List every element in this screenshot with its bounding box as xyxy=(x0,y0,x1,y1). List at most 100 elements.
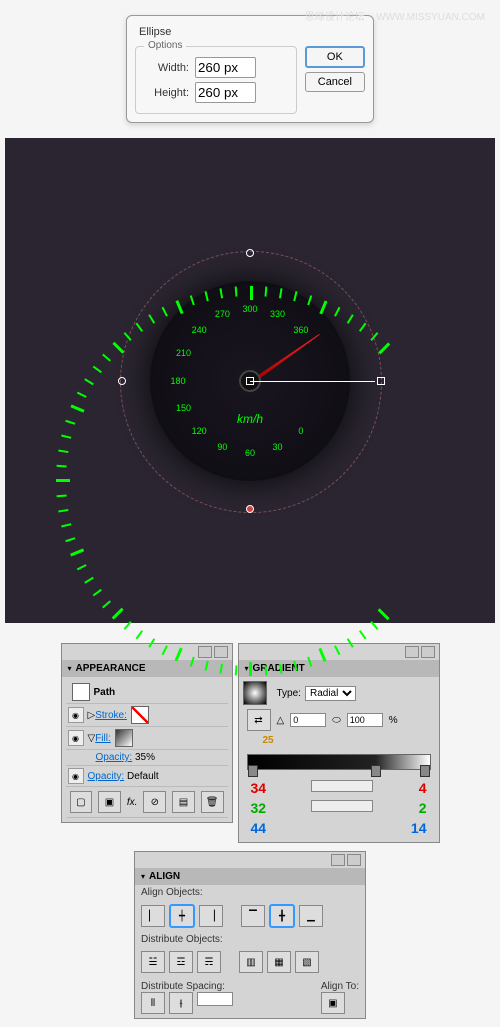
fill-link[interactable]: Fill: xyxy=(95,733,111,744)
dist-hspace-icon[interactable]: ⫲ xyxy=(169,992,193,1014)
gradient-tab[interactable]: ▾GRADIENT xyxy=(239,660,439,677)
panel-menu-icon[interactable] xyxy=(198,646,212,658)
selection-line xyxy=(250,381,375,382)
angle-input[interactable] xyxy=(290,713,326,727)
align-vcenter-icon[interactable]: ╋ xyxy=(269,904,295,928)
appearance-title: APPEARANCE xyxy=(76,663,146,674)
dist-right-icon[interactable]: ▧ xyxy=(295,951,319,973)
width-label: Width: xyxy=(144,62,189,74)
tick-mark xyxy=(65,537,75,542)
handle-center[interactable] xyxy=(246,377,254,385)
stroke-swatch[interactable] xyxy=(131,706,149,724)
tick-mark xyxy=(58,449,68,453)
tick-mark xyxy=(93,365,102,372)
cancel-button[interactable]: Cancel xyxy=(305,72,365,92)
opacity-slider[interactable] xyxy=(311,780,373,792)
visibility-icon[interactable]: ◉ xyxy=(68,730,84,746)
align-bottom-icon[interactable]: ▁ xyxy=(299,905,323,927)
tick-mark xyxy=(378,608,390,620)
tick-mark xyxy=(250,286,253,300)
gradient-ramp[interactable] xyxy=(247,754,431,770)
dialog-title: Ellipse xyxy=(135,24,365,40)
duplicate-icon[interactable]: ▤ xyxy=(172,791,195,813)
fx-icon[interactable]: fx. xyxy=(127,797,138,808)
gradient-stop[interactable] xyxy=(420,765,430,777)
ok-button[interactable]: OK xyxy=(305,46,365,68)
tick-mark xyxy=(124,621,132,630)
options-group: Options Width: Height: xyxy=(135,46,297,114)
handle-bottom[interactable] xyxy=(246,505,254,513)
speedometer[interactable]: 0306090120150180210240270300330360 km/h xyxy=(120,251,380,511)
delete-icon[interactable]: 🗑 xyxy=(201,791,224,813)
fill-swatch[interactable] xyxy=(115,729,133,747)
opacity-link[interactable]: Opacity: xyxy=(96,752,133,763)
align-top-icon[interactable]: ▔ xyxy=(241,905,265,927)
gradient-preview[interactable] xyxy=(243,681,267,705)
tick-mark xyxy=(370,621,378,630)
visibility-icon[interactable]: ◉ xyxy=(68,707,84,723)
expand-icon[interactable]: ▷ xyxy=(88,710,96,721)
appearance-panel: ▾APPEARANCE Path ◉▷Stroke: ◉▽Fill: Opaci… xyxy=(61,643,233,823)
panel-collapse-icon[interactable] xyxy=(421,646,435,658)
align-right-icon[interactable]: ▕ xyxy=(199,905,223,927)
new-fill-icon[interactable]: ▢ xyxy=(70,791,93,813)
opacity2-link[interactable]: Opacity: xyxy=(88,771,125,782)
new-stroke-icon[interactable]: ▣ xyxy=(98,791,121,813)
gradient-stop[interactable] xyxy=(248,765,258,777)
gradient-type-select[interactable]: Radial xyxy=(305,686,356,701)
panel-menu-icon[interactable] xyxy=(405,646,419,658)
g2-value: 2 xyxy=(419,800,427,816)
panel-collapse-icon[interactable] xyxy=(214,646,228,658)
gauge-number: 90 xyxy=(207,442,237,452)
dist-top-icon[interactable]: ☱ xyxy=(141,951,165,973)
handle-right[interactable] xyxy=(377,377,385,385)
panel-collapse-icon[interactable] xyxy=(347,854,361,866)
gauge-number: 240 xyxy=(184,325,214,335)
align-left-icon[interactable]: ▏ xyxy=(141,905,165,927)
b1-value: 44 xyxy=(251,820,267,836)
gauge-number: 0 xyxy=(286,426,316,436)
tick-mark xyxy=(93,588,102,595)
artboard[interactable]: 0306090120150180210240270300330360 km/h xyxy=(5,138,495,623)
aspect-input[interactable] xyxy=(347,713,383,727)
handle-top[interactable] xyxy=(246,249,254,257)
tick-mark xyxy=(77,391,87,397)
tick-mark xyxy=(84,378,94,385)
opacity2-value: Default xyxy=(127,771,159,782)
tick-mark xyxy=(102,353,111,361)
align-hcenter-icon[interactable]: ┿ xyxy=(169,904,195,928)
tick-mark xyxy=(136,630,143,639)
dist-vcenter-icon[interactable]: ☲ xyxy=(169,951,193,973)
height-input[interactable] xyxy=(195,82,256,103)
distribute-label: Distribute Objects: xyxy=(135,932,365,947)
dist-left-icon[interactable]: ▥ xyxy=(239,951,263,973)
dist-vspace-icon[interactable]: ⫴ xyxy=(141,992,165,1014)
reverse-icon[interactable]: ⇄ xyxy=(247,709,271,731)
gauge-number: 360 xyxy=(286,325,316,335)
tick-mark xyxy=(58,508,68,512)
align-tab[interactable]: ▾ALIGN xyxy=(135,868,365,885)
path-swatch xyxy=(72,683,90,701)
clear-icon[interactable]: ⊘ xyxy=(143,791,166,813)
location-slider[interactable] xyxy=(311,800,373,812)
tick-mark xyxy=(61,434,71,438)
align-to-icon[interactable]: ▣ xyxy=(321,992,345,1014)
handle-left[interactable] xyxy=(118,377,126,385)
expand-icon[interactable]: ▽ xyxy=(88,733,96,744)
tick-mark xyxy=(249,662,252,676)
visibility-icon[interactable]: ◉ xyxy=(68,768,84,784)
aspect-icon: ⬭ xyxy=(332,715,341,726)
gauge-number: 150 xyxy=(168,403,198,413)
dist-bottom-icon[interactable]: ☴ xyxy=(197,951,221,973)
dist-hcenter-icon[interactable]: ▦ xyxy=(267,951,291,973)
height-label: Height: xyxy=(144,87,189,99)
tick-mark xyxy=(65,419,75,424)
width-input[interactable] xyxy=(195,57,256,78)
r2-value: 4 xyxy=(419,780,427,796)
watermark-sub: WWW.MISSYUAN.COM xyxy=(376,12,485,23)
panel-menu-icon[interactable] xyxy=(331,854,345,866)
gradient-stop[interactable] xyxy=(371,765,381,777)
spacing-input[interactable] xyxy=(197,992,233,1006)
stroke-link[interactable]: Stroke: xyxy=(95,710,127,721)
path-label: Path xyxy=(94,687,116,698)
